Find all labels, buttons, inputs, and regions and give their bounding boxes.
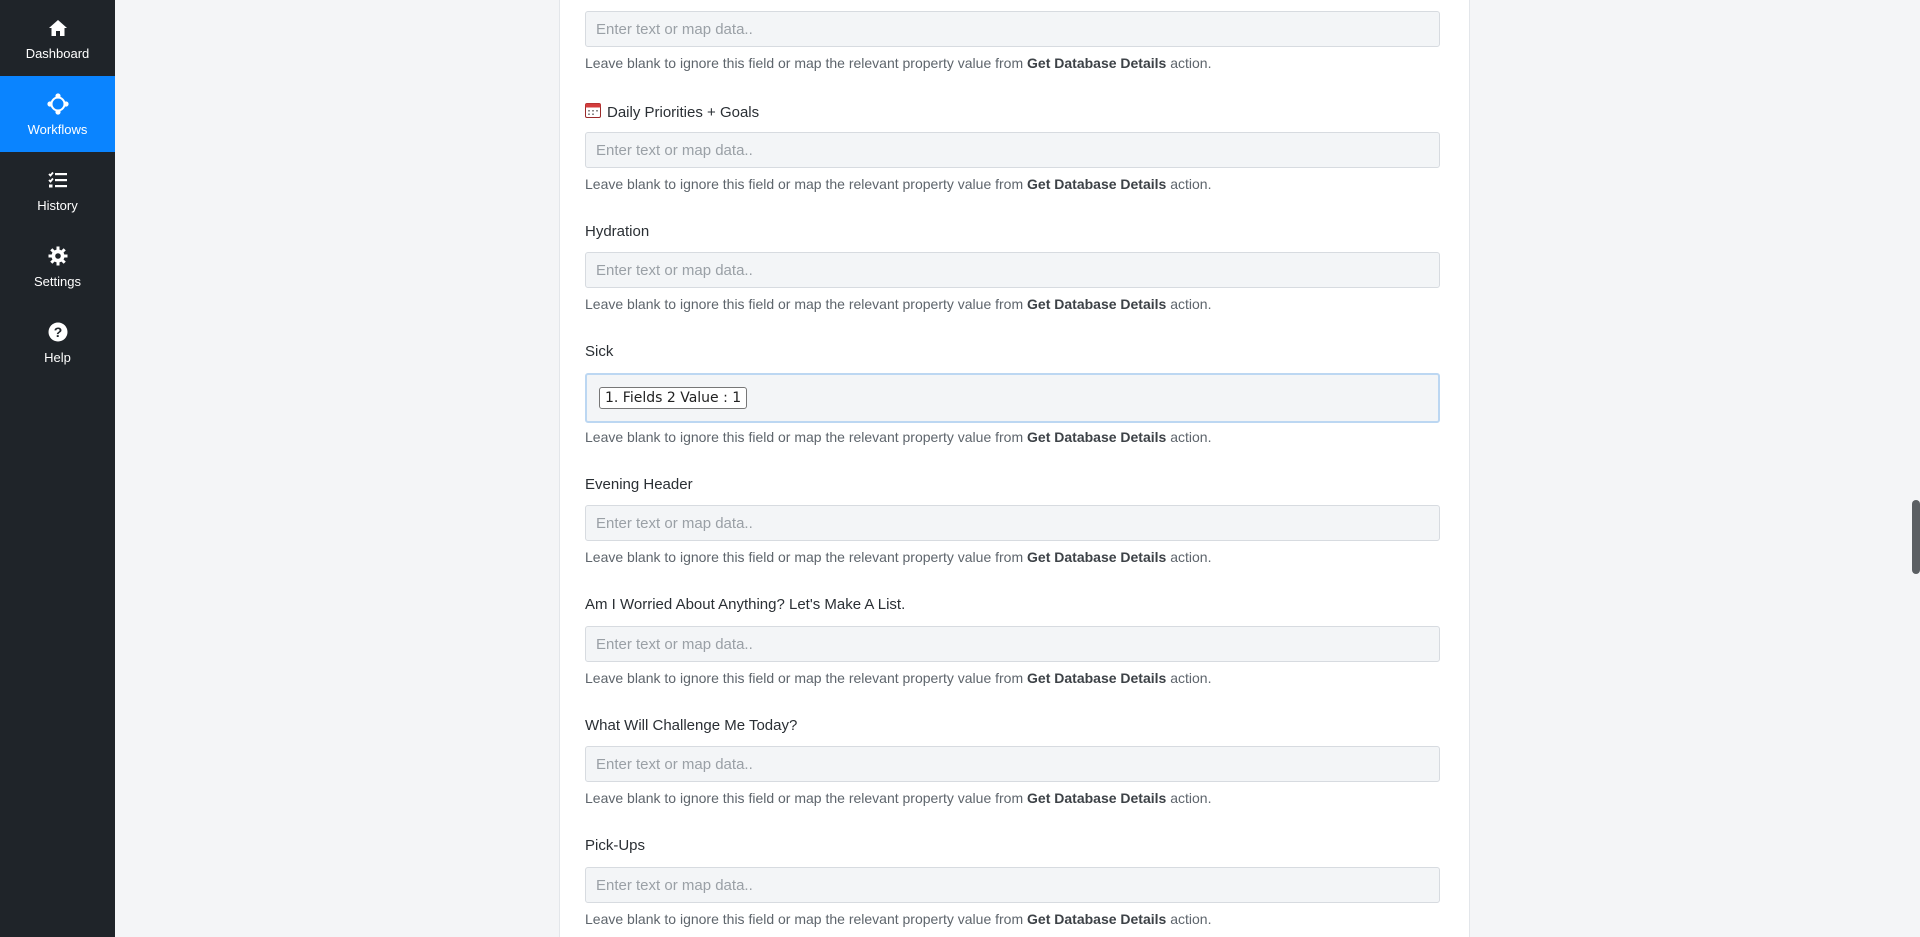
field-help-text: Leave blank to ignore this field or map … — [585, 55, 1212, 71]
field-help-text: Leave blank to ignore this field or map … — [585, 176, 1212, 192]
field-input-hydration[interactable] — [585, 252, 1440, 288]
sidebar-item-history[interactable]: History — [0, 152, 115, 228]
field-label-sick: Sick — [585, 343, 614, 360]
field-help-text: Leave blank to ignore this field or map … — [585, 429, 1212, 445]
history-list-icon — [46, 168, 70, 192]
home-icon — [46, 16, 70, 40]
field-label-hydration: Hydration — [585, 223, 650, 240]
sidebar: Dashboard Workflows History Settings ? H… — [0, 0, 115, 937]
field-label-challenge: What Will Challenge Me Today? — [585, 717, 798, 734]
sidebar-item-help[interactable]: ? Help — [0, 304, 115, 380]
help-icon: ? — [46, 320, 70, 344]
field-input[interactable] — [585, 11, 1440, 47]
gear-icon — [46, 244, 70, 268]
field-help-text: Leave blank to ignore this field or map … — [585, 790, 1212, 806]
field-input-daily-priorities[interactable] — [585, 132, 1440, 168]
field-help-text: Leave blank to ignore this field or map … — [585, 296, 1212, 312]
calendar-icon — [585, 102, 601, 122]
field-label-am-i-worried: Am I Worried About Anything? Let's Make … — [585, 596, 906, 613]
field-label-daily-priorities: Daily Priorities + Goals — [585, 102, 759, 122]
sidebar-item-workflows[interactable]: Workflows — [0, 76, 115, 152]
field-input-am-i-worried[interactable] — [585, 626, 1440, 662]
sidebar-item-dashboard[interactable]: Dashboard — [0, 0, 115, 76]
sidebar-item-label: Help — [44, 349, 71, 365]
field-label-pick-ups: Pick-Ups — [585, 837, 646, 854]
workflow-icon — [46, 92, 70, 116]
sidebar-item-label: Workflows — [27, 121, 88, 137]
mapped-value-chip[interactable]: 1. Fields 2 Value : 1 — [599, 387, 748, 409]
field-label-evening-header: Evening Header — [585, 476, 693, 493]
field-help-text: Leave blank to ignore this field or map … — [585, 670, 1212, 686]
field-input-sick[interactable]: 1. Fields 2 Value : 1 — [585, 373, 1440, 423]
field-input-challenge[interactable] — [585, 746, 1440, 782]
field-help-text: Leave blank to ignore this field or map … — [585, 911, 1212, 927]
field-help-text: Leave blank to ignore this field or map … — [585, 549, 1212, 565]
svg-text:?: ? — [53, 324, 62, 340]
sidebar-item-label: Dashboard — [25, 45, 90, 61]
field-input-evening-header[interactable] — [585, 505, 1440, 541]
field-input-pick-ups[interactable] — [585, 867, 1440, 903]
sidebar-item-label: Settings — [34, 273, 81, 289]
sidebar-item-settings[interactable]: Settings — [0, 228, 115, 304]
sidebar-item-label: History — [37, 197, 78, 213]
scrollbar-thumb[interactable] — [1912, 500, 1920, 574]
